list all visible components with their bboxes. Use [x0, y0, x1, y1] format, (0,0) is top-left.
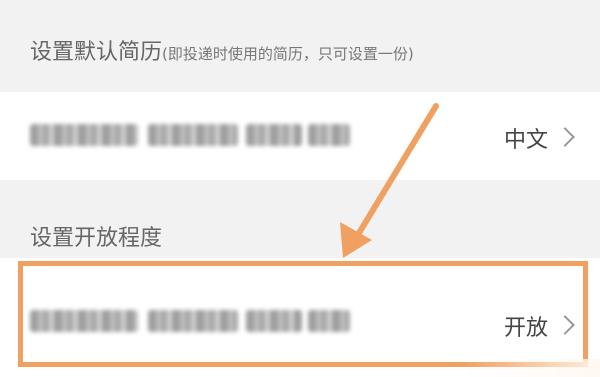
blurred-resume-name	[30, 310, 138, 332]
blurred-resume-name-part	[148, 310, 238, 332]
open-level-value: 开放	[503, 316, 548, 341]
blurred-resume-name-part	[246, 310, 302, 332]
default-resume-section-header: 设置默认简历(即投递时使用的简历，只可设置一份)	[0, 0, 600, 92]
watermark-fade	[460, 359, 600, 377]
default-resume-row[interactable]: 中文	[0, 92, 600, 180]
chevron-right-icon	[555, 127, 575, 147]
blurred-resume-name-part	[148, 124, 238, 146]
blurred-resume-name-part	[246, 124, 302, 146]
open-level-section-header: 设置开放程度	[0, 180, 600, 258]
blurred-resume-name	[30, 124, 138, 146]
default-resume-language: 中文	[503, 128, 548, 153]
blurred-resume-name-part	[308, 124, 350, 146]
open-level-title: 设置开放程度	[30, 226, 163, 251]
chevron-right-icon	[555, 315, 575, 335]
default-resume-title: 设置默认简历	[30, 40, 163, 65]
default-resume-note: (即投递时使用的简历，只可设置一份)	[162, 45, 414, 63]
blurred-resume-name-part	[308, 310, 350, 332]
